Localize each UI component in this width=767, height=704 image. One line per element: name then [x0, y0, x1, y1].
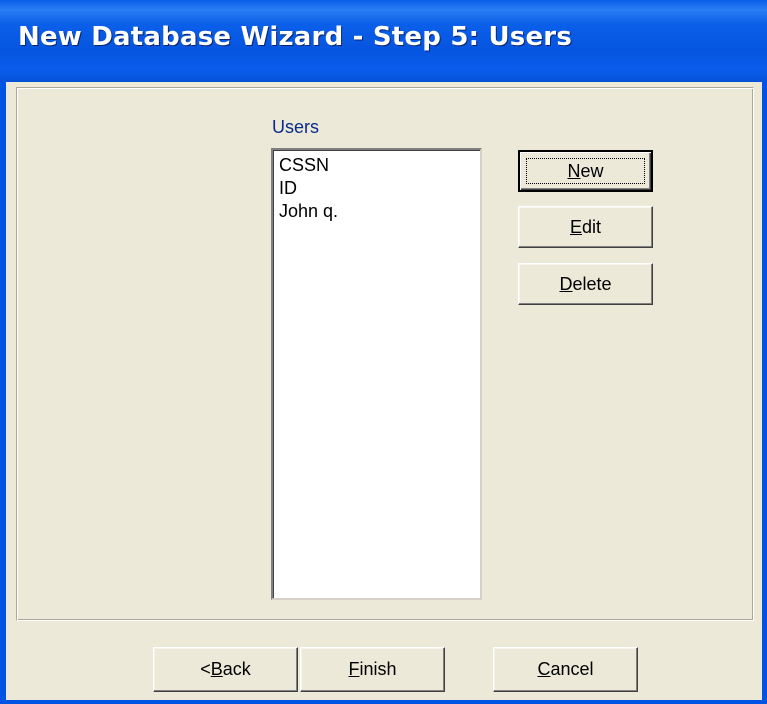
window-title: New Database Wizard - Step 5: Users	[18, 22, 572, 52]
edit-button-label: Edit	[569, 216, 602, 237]
delete-button-label: Delete	[559, 273, 612, 294]
list-item[interactable]: John q.	[279, 200, 480, 223]
new-button[interactable]: New	[518, 150, 653, 192]
finish-button-label: Finish	[348, 659, 397, 679]
delete-button[interactable]: Delete	[518, 263, 653, 305]
edit-button[interactable]: Edit	[518, 206, 653, 248]
back-button[interactable]: <Back	[153, 647, 298, 692]
list-item[interactable]: CSSN	[279, 154, 480, 177]
title-bar[interactable]: New Database Wizard - Step 5: Users	[0, 0, 767, 82]
new-button-label: New	[567, 160, 604, 181]
back-button-label: <Back	[200, 659, 251, 679]
cancel-button[interactable]: Cancel	[493, 647, 638, 692]
cancel-button-label: Cancel	[537, 659, 594, 679]
list-item[interactable]: ID	[279, 177, 480, 200]
users-label: Users	[272, 117, 320, 137]
finish-button[interactable]: Finish	[300, 647, 445, 692]
users-listbox[interactable]: CSSN ID John q.	[271, 148, 482, 600]
